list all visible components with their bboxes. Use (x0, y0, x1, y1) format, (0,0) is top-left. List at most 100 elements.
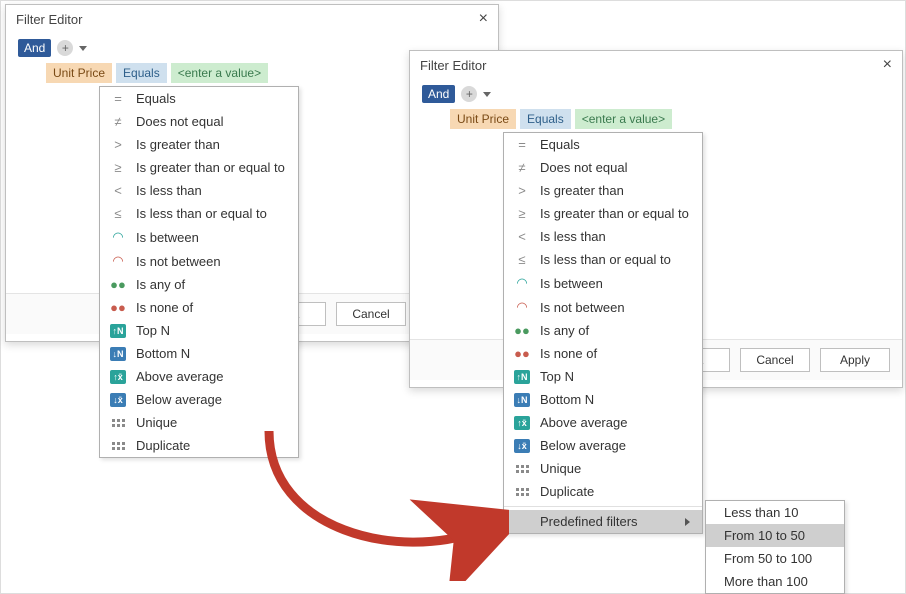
operator-item-noneof[interactable]: ●●Is none of (504, 342, 702, 365)
anyof-icon: ●● (514, 323, 530, 338)
group-operator-badge[interactable]: And (18, 39, 51, 57)
topn-icon: ↑N (514, 370, 530, 384)
operator-item-label: Is none of (136, 300, 286, 315)
operator-item-gte[interactable]: ≥Is greater than or equal to (504, 202, 702, 225)
add-condition-icon[interactable]: + (461, 86, 477, 102)
operator-item-nbtw[interactable]: ◠Is not between (100, 249, 298, 273)
predefined-filters-item[interactable]: Predefined filters (504, 510, 702, 533)
operator-item-above[interactable]: ↑x̄Above average (100, 365, 298, 388)
operator-item-topn[interactable]: ↑NTop N (100, 319, 298, 342)
operator-item-below[interactable]: ↓x̄ Below average (504, 434, 702, 457)
cancel-button[interactable]: Cancel (740, 348, 810, 372)
operator-chip[interactable]: Equals (520, 109, 571, 129)
operator-item-label: Bottom N (136, 346, 286, 361)
dropdown-separator (504, 506, 702, 507)
operator-item-label: Is less than or equal to (540, 252, 690, 267)
operator-item-botn[interactable]: ↓N Bottom N (504, 388, 702, 411)
operator-item-lt[interactable]: <Is less than (504, 225, 702, 248)
operator-item-dup[interactable]: Duplicate (504, 480, 702, 503)
operator-item-label: Is none of (540, 346, 690, 361)
close-icon[interactable]: × (883, 57, 892, 73)
operator-item-label: Is any of (136, 277, 286, 292)
operator-item-anyof[interactable]: ●● Is any of (504, 319, 702, 342)
add-condition-icon[interactable]: + (57, 40, 73, 56)
operator-item-label: Unique (540, 461, 690, 476)
operator-item-gt[interactable]: >Is greater than (100, 133, 298, 156)
below-icon: ↓x̄ (110, 393, 126, 407)
operator-item-label: Is less than (136, 183, 286, 198)
apply-button[interactable]: Apply (820, 348, 890, 372)
operator-item-anyof[interactable]: ●●Is any of (100, 273, 298, 296)
operator-item-label: Below average (136, 392, 286, 407)
operator-item-label: Is any of (540, 323, 690, 338)
neq-icon: ≠ (110, 114, 126, 129)
operator-item-gte[interactable]: ≥Is greater than or equal to (100, 156, 298, 179)
operator-item-lte[interactable]: ≤Is less than or equal to (504, 248, 702, 271)
operator-item-label: Equals (136, 91, 286, 106)
operator-item-label: Is greater than (136, 137, 286, 152)
titlebar: Filter Editor × (410, 51, 902, 77)
uniq-icon (110, 419, 126, 427)
operator-item-gt[interactable]: >Is greater than (504, 179, 702, 202)
operator-item-above[interactable]: ↑x̄Above average (504, 411, 702, 434)
botn-icon: ↓N (514, 393, 530, 407)
operator-item-label: Equals (540, 137, 690, 152)
group-operator-dropdown-icon[interactable] (79, 46, 87, 51)
operator-chip[interactable]: Equals (116, 63, 167, 83)
close-icon[interactable]: × (479, 11, 488, 27)
window-title: Filter Editor (420, 58, 486, 73)
field-chip[interactable]: Unit Price (450, 109, 516, 129)
predefined-filter-option[interactable]: Less than 10 (706, 501, 844, 524)
botn-icon: ↓N (110, 347, 126, 361)
operator-item-label: Is between (540, 276, 690, 291)
group-operator-badge[interactable]: And (422, 85, 455, 103)
operator-item-uniq[interactable]: Unique (504, 457, 702, 480)
operator-item-dup[interactable]: Duplicate (100, 434, 298, 457)
operator-item-lt[interactable]: <Is less than (100, 179, 298, 202)
operator-item-neq[interactable]: ≠Does not equal (100, 110, 298, 133)
topn-icon: ↑N (110, 324, 126, 338)
operator-item-eq[interactable]: = Equals (100, 87, 298, 110)
operator-item-btw[interactable]: ◠Is between (504, 271, 702, 295)
operator-item-label: Above average (540, 415, 690, 430)
operator-item-botn[interactable]: ↓N Bottom N (100, 342, 298, 365)
operator-item-label: Above average (136, 369, 286, 384)
window-title: Filter Editor (16, 12, 82, 27)
operator-item-lte[interactable]: ≤Is less than or equal to (100, 202, 298, 225)
operator-item-label: Is greater than or equal to (136, 160, 286, 175)
uniq-icon (514, 465, 530, 473)
operator-item-below[interactable]: ↓x̄ Below average (100, 388, 298, 411)
predefined-filter-option[interactable]: From 10 to 50 (706, 524, 844, 547)
btw-icon: ◠ (110, 229, 126, 245)
operator-item-nbtw[interactable]: ◠Is not between (504, 295, 702, 319)
operator-item-eq[interactable]: =Equals (504, 133, 702, 156)
operator-item-neq[interactable]: ≠Does not equal (504, 156, 702, 179)
predefined-filters-label: Predefined filters (540, 514, 675, 529)
operator-item-btw[interactable]: ◠Is between (100, 225, 298, 249)
operator-item-label: Duplicate (136, 438, 286, 453)
operator-item-label: Top N (540, 369, 690, 384)
operator-item-label: Does not equal (540, 160, 690, 175)
value-chip[interactable]: <enter a value> (575, 109, 672, 129)
field-chip[interactable]: Unit Price (46, 63, 112, 83)
operator-dropdown-b[interactable]: =Equals≠Does not equal>Is greater than≥I… (503, 132, 703, 534)
operator-item-topn[interactable]: ↑N Top N (504, 365, 702, 388)
gte-icon: ≥ (514, 206, 530, 221)
group-operator-dropdown-icon[interactable] (483, 92, 491, 97)
submenu-arrow-icon (685, 518, 690, 526)
operator-item-label: Bottom N (540, 392, 690, 407)
cancel-button[interactable]: Cancel (336, 302, 406, 326)
operator-item-label: Is less than or equal to (136, 206, 286, 221)
predefined-filter-option[interactable]: From 50 to 100 (706, 547, 844, 570)
predefined-filter-option[interactable]: More than 100 (706, 570, 844, 593)
below-icon: ↓x̄ (514, 439, 530, 453)
operator-item-uniq[interactable]: Unique (100, 411, 298, 434)
operator-dropdown-a[interactable]: = Equals ≠Does not equal>Is greater than≥I… (99, 86, 299, 458)
eq-icon: = (110, 91, 126, 106)
dup-icon (514, 488, 530, 496)
operator-item-label: Below average (540, 438, 690, 453)
operator-item-noneof[interactable]: ●●Is none of (100, 296, 298, 319)
predefined-filters-submenu[interactable]: Less than 10From 10 to 50From 50 to 100M… (705, 500, 845, 594)
operator-item-label: Is not between (136, 254, 286, 269)
value-chip[interactable]: <enter a value> (171, 63, 268, 83)
